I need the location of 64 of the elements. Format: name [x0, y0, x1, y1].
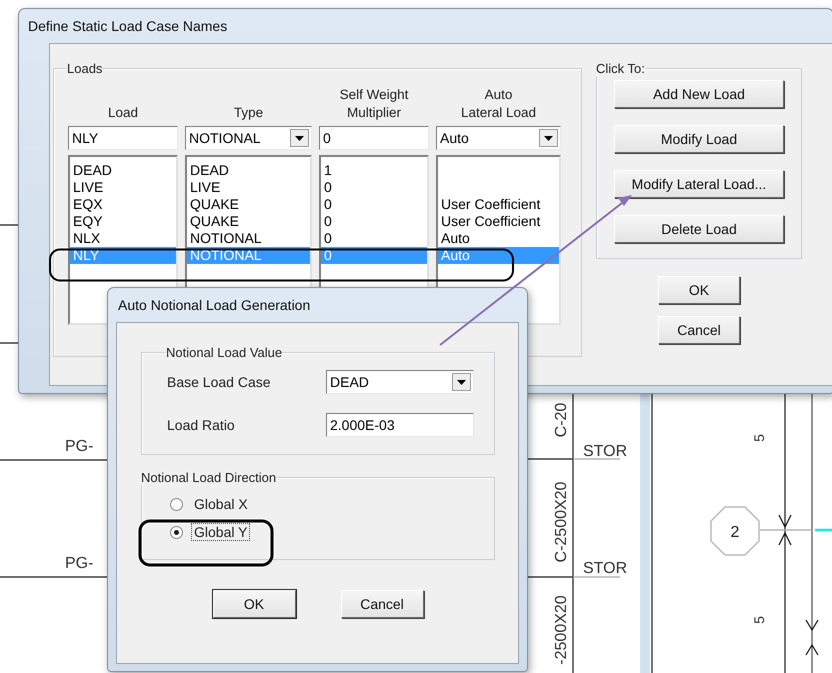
list-item[interactable]: 1 [321, 162, 427, 179]
action-button[interactable]: Modify Lateral Load... [614, 170, 784, 198]
list-item[interactable]: 0 [321, 179, 427, 196]
story-label: STOR [583, 443, 628, 460]
list-item[interactable]: LIVE [187, 179, 310, 196]
action-button[interactable]: Delete Load [614, 215, 784, 243]
ok-button[interactable]: OK [658, 276, 740, 304]
text-field[interactable]: NLY [68, 126, 178, 150]
column-label: C-2500X20 [553, 482, 570, 562]
cancel-button[interactable]: Cancel [658, 316, 740, 344]
group-label: Loads [67, 61, 102, 76]
list-item[interactable]: DEAD [70, 162, 176, 179]
dimension-arrow-icon [778, 514, 792, 546]
ok-button[interactable]: OK [212, 590, 296, 618]
radio-button[interactable] [170, 498, 183, 510]
column-header: Type [232, 104, 264, 122]
text-field[interactable]: 0 [319, 126, 429, 150]
radio-label[interactable]: Global X [191, 495, 251, 513]
column-header: Auto Lateral Load [460, 86, 538, 122]
column-label: -2500X20 [553, 595, 570, 665]
beam-label: PG- [65, 438, 94, 455]
dropdown-field[interactable]: Auto [436, 126, 561, 150]
dropdown-arrow-icon [295, 136, 304, 140]
list-item[interactable]: 0 [321, 230, 427, 247]
column-label: C-20 [553, 402, 570, 438]
list-item[interactable]: 0 [321, 196, 427, 213]
column-header: Self Weight Multiplier [338, 86, 410, 122]
story-label: STOR [583, 560, 628, 577]
cancel-button[interactable]: Cancel [340, 590, 424, 618]
field-label: Load Ratio [167, 417, 235, 433]
list-item[interactable]: QUAKE [187, 196, 310, 213]
dimension-label: 5 [751, 616, 767, 624]
dropdown-arrow-icon [544, 136, 553, 140]
dropdown-field[interactable]: NOTIONAL [185, 126, 312, 150]
list-item[interactable]: User Coefficient [438, 213, 559, 230]
list-item[interactable]: EQY [70, 213, 176, 230]
list-item[interactable]: DEAD [187, 162, 310, 179]
list-item[interactable]: QUAKE [187, 213, 310, 230]
dimension-arrow-icon [805, 619, 819, 656]
grid-line [815, 528, 832, 532]
list-item[interactable]: Auto [438, 230, 559, 247]
list-item[interactable]: NLX [70, 230, 176, 247]
dropdown-field[interactable]: DEAD [326, 370, 474, 394]
list-item[interactable]: NOTIONAL [187, 230, 310, 247]
radio-label[interactable]: Global Y [191, 523, 250, 541]
field-label: Base Load Case [167, 374, 271, 390]
grid-bubble-octagon [710, 506, 760, 556]
list-item[interactable]: EQX [70, 196, 176, 213]
action-button[interactable]: Modify Load [614, 125, 784, 153]
column-header: Load [106, 104, 140, 122]
grid-bubble-label: 2 [730, 524, 740, 541]
list-item[interactable]: LIVE [70, 179, 176, 196]
beam-label: PG- [65, 555, 94, 572]
dimension-label: 5 [751, 434, 767, 442]
text-field[interactable]: 2.000E-03 [326, 413, 474, 437]
list-item[interactable]: User Coefficient [438, 196, 559, 213]
radio-button[interactable] [170, 526, 183, 538]
action-button[interactable]: Add New Load [614, 80, 784, 108]
group-label: Click To: [596, 61, 645, 76]
group-label: Notional Load Direction [141, 470, 276, 485]
list-item[interactable]: 0 [321, 213, 427, 230]
dropdown-arrow-icon [457, 380, 466, 384]
group-label: Notional Load Value [166, 345, 282, 360]
window-title: Define Static Load Case Names [27, 17, 228, 36]
